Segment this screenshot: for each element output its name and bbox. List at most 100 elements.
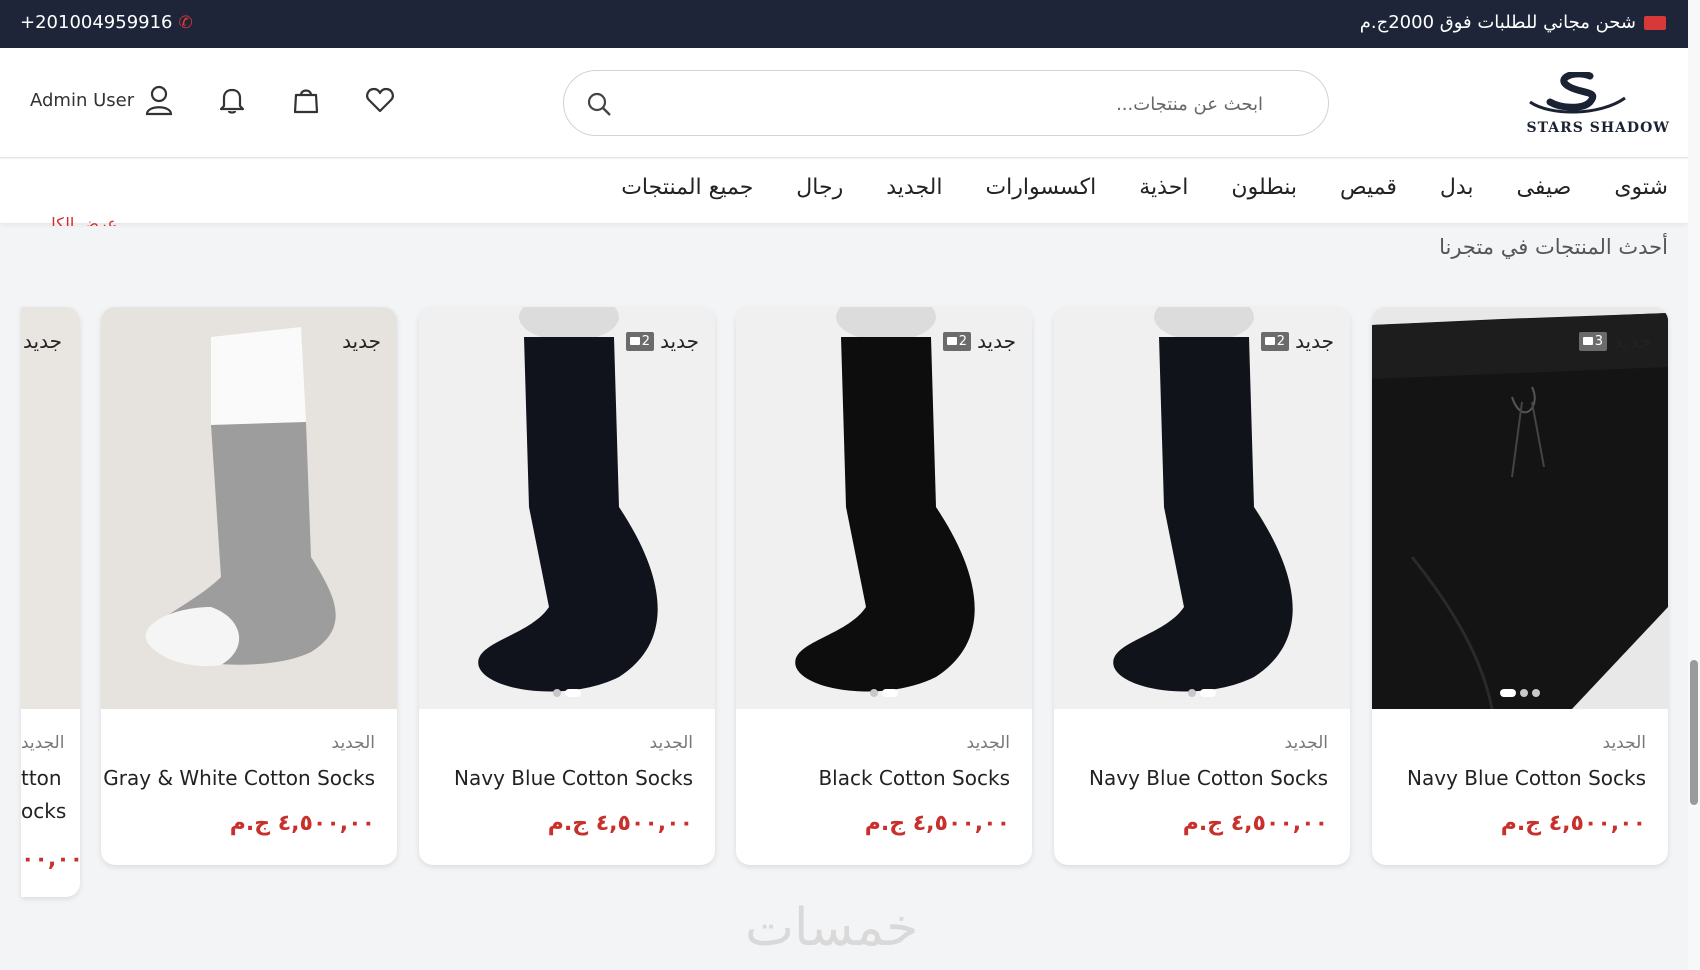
product-name[interactable]: Navy Blue Cotton Socks (1407, 766, 1646, 790)
view-all-link[interactable]: عرض الكل (44, 214, 117, 226)
product-image[interactable]: جديد 2 (1054, 307, 1350, 709)
nav-item-shirts[interactable]: قميص (1340, 175, 1397, 200)
product-name-line2[interactable]: ocks (21, 799, 66, 823)
product-price: ٤,٥٠٠,٠٠ ج.م (229, 811, 375, 836)
product-photo-sock (145, 327, 336, 667)
brand-logo[interactable]: STARS SHADOW (1490, 72, 1670, 136)
free-shipping-text: شحن مجاني للطلبات فوق 2000ج.م (1359, 12, 1636, 33)
nav-item-all-products[interactable]: جميع المنتجات (621, 175, 753, 200)
product-photo-sock (795, 307, 975, 692)
truck-icon (1644, 15, 1666, 30)
product-name-line1[interactable]: tton (21, 766, 62, 790)
user-icon (146, 85, 173, 116)
carousel-dot[interactable] (870, 689, 878, 697)
product-badge: جديد 3 (1578, 329, 1652, 353)
carousel-dot[interactable] (1188, 689, 1196, 697)
product-name[interactable]: Navy Blue Cotton Socks (454, 766, 693, 790)
nav-item-winter[interactable]: شتوى (1614, 175, 1668, 200)
search-input[interactable] (663, 87, 1263, 121)
nav-item-new[interactable]: الجديد (886, 175, 942, 200)
product-image[interactable]: جديد 2 (736, 307, 1032, 709)
product-badge: جديد (342, 329, 381, 353)
scrollbar-thumb[interactable] (1690, 660, 1698, 805)
nav-item-summer[interactable]: صيفى (1517, 175, 1572, 200)
carousel-dot[interactable] (565, 689, 581, 697)
section-title: أحدث المنتجات في متجرنا (1439, 235, 1668, 259)
product-card[interactable]: جديد 2 الجديد Navy Blue Cotton Socks ٤,٥… (419, 307, 715, 865)
new-badge: جديد (977, 329, 1016, 353)
carousel-dot[interactable] (1520, 689, 1528, 697)
phone-number: +201004959916 (20, 12, 173, 33)
product-name[interactable]: Navy Blue Cotton Socks (1089, 766, 1328, 790)
top-announcement-bar: +201004959916 ✆ شحن مجاني للطلبات فوق 20… (0, 0, 1688, 48)
logo-mark-icon (1529, 72, 1626, 114)
heart-icon[interactable] (364, 84, 396, 116)
image-count-badge: 2 (625, 331, 655, 351)
product-price: ٤,٥٠٠,٠٠ ج.م (1500, 811, 1646, 836)
header-actions: Admin User (30, 78, 396, 122)
carousel-dot[interactable] (882, 689, 898, 697)
nav-item-men[interactable]: رجال (796, 175, 843, 200)
product-price: ٤,٥٠٠,٠٠ ج.م (864, 811, 1010, 836)
phone-icon: ✆ (178, 12, 193, 33)
new-badge: جديد (23, 329, 62, 353)
page-scrollbar[interactable] (1688, 0, 1700, 970)
watermark: خمسات (745, 898, 919, 958)
image-icon (946, 337, 957, 345)
new-badge: جديد (660, 329, 699, 353)
search-icon[interactable] (586, 91, 612, 117)
shopping-bag-icon[interactable] (290, 84, 322, 116)
carousel-dot[interactable] (1200, 689, 1216, 697)
nav-item-accessories[interactable]: اكسسوارات (985, 175, 1096, 200)
nav-item-shoes[interactable]: احذية (1139, 175, 1188, 200)
site-header: Admin User STARS SHADOW (0, 48, 1688, 158)
product-category: الجديد (649, 733, 693, 753)
product-card[interactable]: جديد 2 الجديد Black Cotton Socks ٤,٥٠٠,٠… (736, 307, 1032, 865)
carousel-dot[interactable] (1532, 689, 1540, 697)
carousel-dot[interactable] (553, 689, 561, 697)
product-badge: جديد 2 (942, 329, 1016, 353)
product-carousel: جديد 3 الجديد Navy Blue Cotton Socks ٤,٥… (0, 307, 1688, 907)
product-badge: جديد 2 (1260, 329, 1334, 353)
nav-item-suits[interactable]: بدل (1440, 175, 1474, 200)
search-bar (563, 70, 1329, 136)
phone-contact[interactable]: +201004959916 ✆ (20, 12, 193, 33)
image-count-badge: 2 (1260, 331, 1290, 351)
product-category: الجديد (1602, 733, 1646, 753)
product-image[interactable]: جديد 2 (419, 307, 715, 709)
image-carousel-dots (419, 689, 715, 697)
product-price: ٠٠,٠٠ (21, 847, 80, 872)
nav-item-pants[interactable]: بنطلون (1231, 175, 1297, 200)
product-badge: جديد 2 (625, 329, 699, 353)
product-card-partial[interactable]: جديد الجديد tton ocks ٠٠,٠٠ (21, 307, 80, 897)
image-icon (1264, 337, 1275, 345)
product-card[interactable]: جديد الجديد Gray & White Cotton Socks ٤,… (101, 307, 397, 865)
product-photo-sock (1113, 307, 1293, 692)
image-count-badge: 2 (942, 331, 972, 351)
image-carousel-dots (1372, 689, 1668, 697)
main-navigation: شتوى صيفى بدل قميص بنطلون احذية اكسسوارا… (0, 159, 1688, 223)
new-badge: جديد (342, 329, 381, 353)
bell-icon[interactable] (216, 84, 248, 116)
free-shipping-notice: شحن مجاني للطلبات فوق 2000ج.م (1360, 12, 1666, 33)
image-count-badge: 3 (1578, 331, 1608, 351)
product-name[interactable]: Black Cotton Socks (818, 766, 1010, 790)
product-image[interactable]: جديد 3 (1372, 307, 1668, 709)
product-image[interactable]: جديد (101, 307, 397, 709)
product-price: ٤,٥٠٠,٠٠ ج.م (1182, 811, 1328, 836)
carousel-dot[interactable] (1500, 689, 1516, 697)
product-card[interactable]: جديد 2 الجديد Navy Blue Cotton Socks ٤,٥… (1054, 307, 1350, 865)
product-card[interactable]: جديد 3 الجديد Navy Blue Cotton Socks ٤,٥… (1372, 307, 1668, 865)
user-name: Admin User (30, 89, 135, 111)
product-name[interactable]: Gray & White Cotton Socks (103, 766, 375, 790)
product-price: ٤,٥٠٠,٠٠ ج.م (547, 811, 693, 836)
product-category: الجديد (966, 733, 1010, 753)
product-image[interactable] (21, 307, 80, 709)
image-carousel-dots (736, 689, 1032, 697)
user-account[interactable]: Admin User (30, 84, 174, 116)
product-category: الجديد (1284, 733, 1328, 753)
product-category: الجديد (21, 733, 65, 753)
image-icon (629, 337, 640, 345)
product-category: الجديد (331, 733, 375, 753)
image-icon (1582, 337, 1593, 345)
